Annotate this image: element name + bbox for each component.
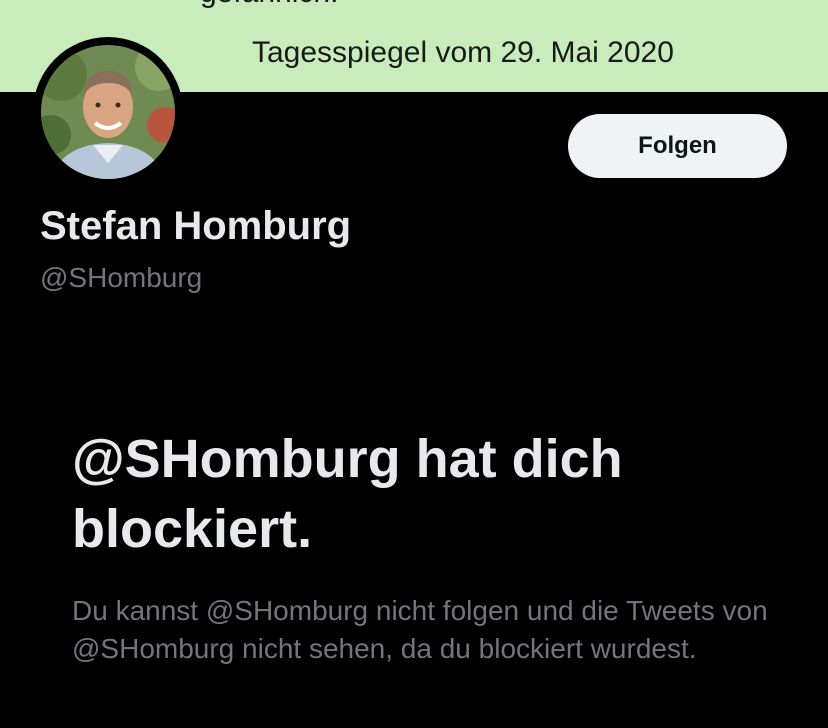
blocked-title: @SHomburg hat dich blockiert. [72,429,623,559]
banner-cut-text: gefährlich. [200,0,338,10]
avatar-photo [41,45,175,179]
profile-display-name: Stefan Homburg [40,204,352,248]
avatar[interactable] [33,37,183,187]
profile-handle: @SHomburg [40,262,203,293]
follow-button[interactable]: Folgen [568,114,787,178]
blocked-description: Du kannst @SHomburg nicht folgen und die… [72,595,768,664]
banner-caption: Tagesspiegel vom 29. Mai 2020 [252,36,674,69]
